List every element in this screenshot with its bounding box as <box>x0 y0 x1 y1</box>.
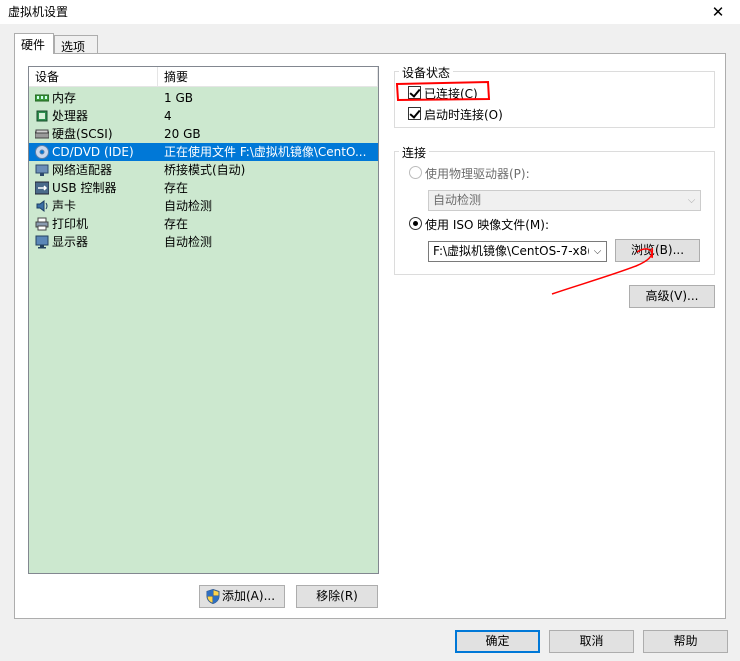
device-list-header: 设备 摘要 <box>29 67 378 87</box>
dialog-body: 硬件 选项 设备 摘要 内存 1 GB 处理器 4 硬盘(SCSI) 20 GB… <box>0 24 740 661</box>
connected-checkbox[interactable] <box>408 86 421 99</box>
device-row-cd-dvd[interactable]: CD/DVD (IDE) 正在使用文件 F:\虚拟机镜像\CentO... <box>29 143 378 161</box>
device-list[interactable]: 设备 摘要 内存 1 GB 处理器 4 硬盘(SCSI) 20 GB CD/DV… <box>28 66 379 574</box>
connection-title: 连接 <box>399 144 430 161</box>
connect-at-power-on-checkbox[interactable] <box>408 107 421 120</box>
column-header-device[interactable]: 设备 <box>29 67 158 87</box>
help-button[interactable]: 帮助 <box>643 630 728 653</box>
chevron-down-icon: ⌵ <box>683 191 700 210</box>
device-row-processor[interactable]: 处理器 4 <box>29 107 378 125</box>
device-summary: 桥接模式(自动) <box>164 163 246 177</box>
usb-icon <box>35 181 49 195</box>
device-summary: 存在 <box>164 217 189 231</box>
device-name: USB 控制器 <box>52 181 117 195</box>
harddisk-icon <box>35 129 49 139</box>
device-name: 内存 <box>52 91 77 105</box>
device-name: CD/DVD (IDE) <box>52 145 134 159</box>
display-icon <box>35 235 49 249</box>
ok-button[interactable]: 确定 <box>455 630 540 653</box>
device-name: 显示器 <box>52 235 89 249</box>
device-row-memory[interactable]: 内存 1 GB <box>29 89 378 107</box>
network-adapter-icon <box>35 164 49 176</box>
column-header-summary[interactable]: 摘要 <box>158 67 378 87</box>
add-device-button[interactable]: 添加(A)... <box>199 585 285 608</box>
device-name: 处理器 <box>52 109 89 123</box>
device-row-printer[interactable]: 打印机 存在 <box>29 215 378 233</box>
close-icon[interactable]: ✕ <box>696 0 740 24</box>
tab-hardware[interactable]: 硬件 <box>14 33 54 54</box>
device-summary: 20 GB <box>164 127 201 141</box>
device-row-network-adapter[interactable]: 网络适配器 桥接模式(自动) <box>29 161 378 179</box>
device-summary: 1 GB <box>164 91 193 105</box>
iso-file-label[interactable]: 使用 ISO 映像文件(M): <box>425 216 549 233</box>
connect-at-power-on-label[interactable]: 启动时连接(O) <box>424 106 503 123</box>
iso-file-radio[interactable] <box>409 217 422 230</box>
cancel-button[interactable]: 取消 <box>549 630 634 653</box>
remove-device-button[interactable]: 移除(R) <box>296 585 378 608</box>
uac-shield-icon <box>206 589 220 604</box>
device-name: 网络适配器 <box>52 163 113 177</box>
tab-options[interactable]: 选项 <box>54 35 98 54</box>
connected-label[interactable]: 已连接(C) <box>424 85 478 102</box>
titlebar: 虚拟机设置 ✕ <box>0 0 740 24</box>
iso-path-value: F:\虚拟机镜像\CentOS-7-x8( <box>433 244 592 258</box>
device-row-usb[interactable]: USB 控制器 存在 <box>29 179 378 197</box>
device-summary: 4 <box>164 109 172 123</box>
processor-icon <box>36 110 48 122</box>
device-name: 硬盘(SCSI) <box>52 127 113 141</box>
device-summary: 存在 <box>164 181 189 195</box>
device-row-sound-card[interactable]: 声卡 自动检测 <box>29 197 378 215</box>
device-status-title: 设备状态 <box>399 64 454 81</box>
physical-drive-radio[interactable] <box>409 166 422 179</box>
memory-icon <box>35 94 49 102</box>
physical-drive-label[interactable]: 使用物理驱动器(P): <box>425 165 530 182</box>
browse-button[interactable]: 浏览(B)... <box>615 239 700 262</box>
printer-icon <box>35 217 49 231</box>
chevron-down-icon: ⌵ <box>589 242 606 261</box>
device-summary: 正在使用文件 F:\虚拟机镜像\CentO... <box>164 145 367 159</box>
device-summary: 自动检测 <box>164 199 213 213</box>
cd-dvd-icon <box>35 145 49 159</box>
advanced-button[interactable]: 高级(V)... <box>629 285 715 308</box>
device-name: 打印机 <box>52 217 89 231</box>
add-device-label: 添加(A)... <box>222 589 276 603</box>
window-title: 虚拟机设置 <box>8 5 69 19</box>
device-row-display[interactable]: 显示器 自动检测 <box>29 233 378 251</box>
sound-card-icon <box>36 200 48 212</box>
iso-path-combo[interactable]: F:\虚拟机镜像\CentOS-7-x8( ⌵ <box>428 241 607 262</box>
device-summary: 自动检测 <box>164 235 213 249</box>
device-row-harddisk[interactable]: 硬盘(SCSI) 20 GB <box>29 125 378 143</box>
device-name: 声卡 <box>52 199 77 213</box>
physical-drive-value: 自动检测 <box>433 193 482 207</box>
physical-drive-select[interactable]: 自动检测 ⌵ <box>428 190 701 211</box>
